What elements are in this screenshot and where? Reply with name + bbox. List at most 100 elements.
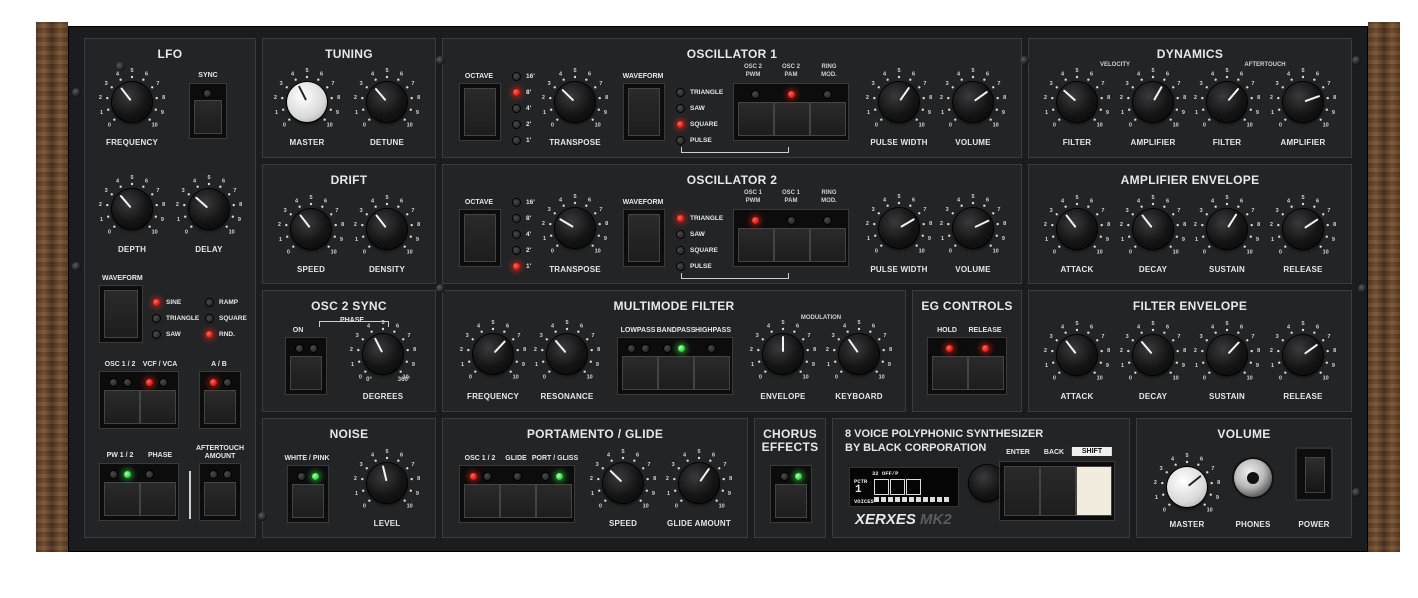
osc1-pam-button[interactable]	[774, 102, 810, 136]
dyn-at-amp-knob[interactable]	[1283, 82, 1323, 122]
knob-scale-dot	[1250, 349, 1253, 353]
lfo-pw12-led-a	[110, 471, 117, 478]
osc2-pulse-width-knob[interactable]	[879, 208, 919, 248]
knob-scale-dot	[330, 96, 333, 100]
knob-scale-number: 3	[1200, 208, 1203, 214]
shift-button[interactable]	[1076, 466, 1112, 516]
porta-osc12-button[interactable]	[464, 484, 500, 518]
amp-decay-knob[interactable]	[1133, 209, 1173, 249]
fenv-decay-knob[interactable]	[1133, 335, 1173, 375]
porta-glide-amount-knob[interactable]	[679, 463, 719, 503]
fenv-attack-knob[interactable]	[1057, 335, 1097, 375]
knob-scale-number: 3	[1050, 81, 1053, 87]
sync-on-button[interactable]	[285, 337, 327, 395]
filter-keyboard-knob[interactable]	[839, 334, 879, 374]
osc2-volume-knob[interactable]	[953, 208, 993, 248]
knob-scale-number: 2	[99, 95, 102, 101]
osc1-mod-buttons[interactable]	[733, 83, 849, 141]
dyn-vel-filter-knob[interactable]	[1057, 82, 1097, 122]
lfo-sync-button[interactable]	[189, 83, 227, 139]
knob-scale-number: 8	[417, 95, 420, 101]
osc1-transpose-knob[interactable]	[555, 82, 595, 122]
osc1-volume-knob[interactable]	[953, 82, 993, 122]
noise-level-knob[interactable]	[367, 463, 407, 503]
knob-scale-number: 1	[279, 237, 282, 243]
noise-white-pink-button[interactable]	[287, 465, 329, 523]
porta-buttons[interactable]	[459, 465, 575, 523]
lfo-pw12-button[interactable]	[104, 482, 140, 516]
dyn-at-filter-knob[interactable]	[1207, 82, 1247, 122]
tuning-master-knob[interactable]	[287, 82, 327, 122]
knob-scale-dot	[106, 203, 109, 207]
osc1-octave-button[interactable]	[459, 83, 501, 141]
amp-attack-knob[interactable]	[1057, 209, 1097, 249]
eg-release-button[interactable]	[968, 356, 1004, 390]
filter-highpass-button[interactable]	[694, 356, 730, 390]
osc1-waveform-button[interactable]	[623, 83, 665, 141]
nav-buttons[interactable]	[999, 461, 1115, 521]
lfo-vcfvca-button[interactable]	[140, 390, 176, 424]
tuning-detune-knob[interactable]	[367, 82, 407, 122]
porta-glide-button[interactable]	[500, 484, 536, 518]
lfo-pw12-label: PW 1 / 2	[106, 452, 134, 459]
filter-resonance-knob[interactable]	[547, 334, 587, 374]
chorus-button[interactable]	[770, 465, 812, 523]
knob-scale-number: 8	[597, 347, 600, 353]
knob-scale-number: 4	[1137, 71, 1141, 77]
osc2-ring-button[interactable]	[810, 228, 846, 262]
eg-buttons[interactable]	[927, 337, 1007, 395]
filter-bandpass-button[interactable]	[658, 356, 694, 390]
lfo-pw-phase-buttons[interactable]	[99, 463, 179, 521]
drift-density-knob[interactable]	[367, 209, 407, 249]
lfo-delay-knob[interactable]	[189, 189, 229, 229]
lfo-dest-buttons[interactable]	[99, 371, 179, 429]
knob-scale-dot	[1058, 118, 1061, 121]
filter-lowpass-button[interactable]	[622, 356, 658, 390]
phones-jack[interactable]	[1234, 459, 1272, 497]
osc1-pwm-button[interactable]	[738, 102, 774, 136]
knob-scale-number: 0	[551, 249, 554, 255]
knob-scale-number: 2	[826, 347, 829, 353]
power-switch[interactable]	[1295, 447, 1333, 501]
lfo-osc12-button[interactable]	[104, 390, 140, 424]
knob-scale-number: 9	[652, 491, 655, 497]
osc2-octave-button[interactable]	[459, 209, 501, 267]
osc1-pulse-width-knob[interactable]	[879, 82, 919, 122]
dyn-vel-amp-knob[interactable]	[1133, 82, 1173, 122]
knob-scale-dot	[1169, 371, 1172, 374]
enter-button[interactable]	[1004, 466, 1040, 516]
filter-envelope-knob[interactable]	[763, 334, 803, 374]
fenv-release-knob[interactable]	[1283, 335, 1323, 375]
knob-scale-dot	[491, 327, 495, 331]
porta-speed-knob[interactable]	[603, 463, 643, 503]
volume-master-knob[interactable]	[1167, 467, 1207, 507]
knob-scale-number: 3	[1050, 208, 1053, 214]
drift-speed-knob[interactable]	[291, 209, 331, 249]
eg-hold-button[interactable]	[932, 356, 968, 390]
amp-sustain-knob[interactable]	[1207, 209, 1247, 249]
lfo-depth-knob[interactable]	[112, 189, 152, 229]
knob-scale-dot	[187, 193, 190, 196]
sync-degrees-knob[interactable]	[363, 334, 403, 374]
osc1-ring-button[interactable]	[810, 102, 846, 136]
back-button[interactable]	[1040, 466, 1076, 516]
knob-scale-dot	[1168, 503, 1171, 506]
filter-mode-buttons[interactable]	[617, 337, 733, 395]
osc2-pam-button[interactable]	[774, 228, 810, 262]
lfo-aftertouch-button[interactable]	[199, 463, 241, 521]
lfo-ab-button[interactable]	[199, 371, 241, 429]
lfo-phase-button[interactable]	[140, 482, 176, 516]
fenv-sustain-knob[interactable]	[1207, 335, 1247, 375]
knob-scale-dot	[585, 78, 588, 81]
filter-frequency-knob[interactable]	[473, 334, 513, 374]
osc2-mod-buttons[interactable]	[733, 209, 849, 267]
osc2-waveform-button[interactable]	[623, 209, 665, 267]
lfo-frequency-knob[interactable]	[112, 82, 152, 122]
amp-release-knob[interactable]	[1283, 209, 1323, 249]
knob-pointer	[375, 214, 387, 229]
osc2-transpose-knob[interactable]	[555, 208, 595, 248]
knob-scale-number: 0	[1279, 250, 1282, 256]
lfo-waveform-button[interactable]	[99, 285, 143, 343]
porta-portgliss-button[interactable]	[536, 484, 572, 518]
osc2-pwm-button[interactable]	[738, 228, 774, 262]
